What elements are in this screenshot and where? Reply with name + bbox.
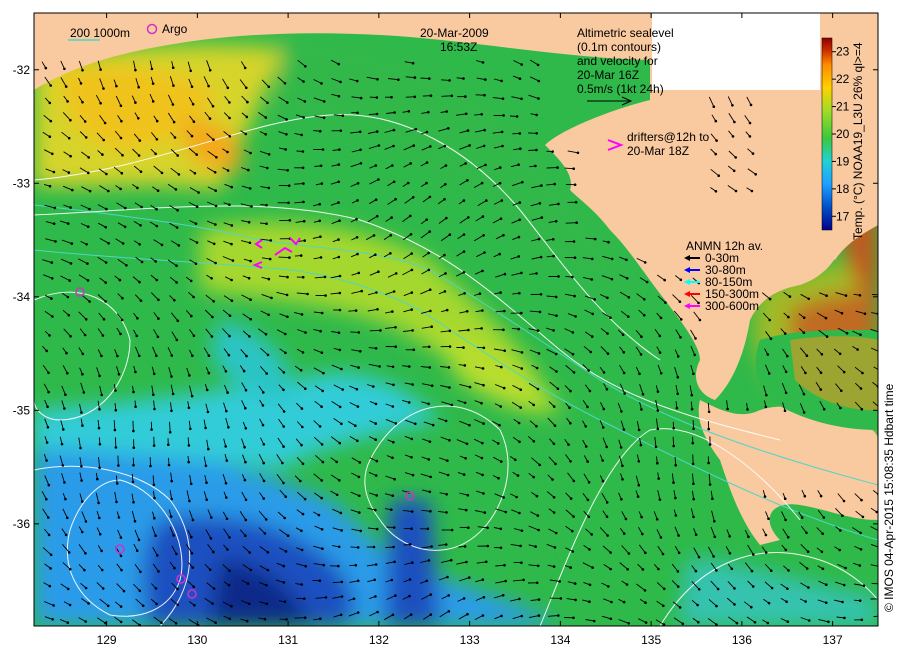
x-tick-label: 134 — [550, 633, 570, 647]
velocity-arrow — [132, 420, 134, 432]
velocity-arrow — [294, 183, 304, 185]
x-tick-label: 130 — [187, 633, 207, 647]
y-tick-label: -33 — [13, 176, 31, 190]
x-tick-label: 135 — [641, 633, 661, 647]
y-tick-label: -35 — [13, 403, 31, 417]
y-tick-label: -36 — [13, 517, 31, 531]
map-date: 20-Mar-2009 — [420, 26, 489, 40]
y-tick-label: -32 — [13, 63, 31, 77]
isobath-label: 200 1000m — [70, 26, 130, 40]
x-tick-label: 132 — [369, 633, 389, 647]
x-tick-label: 136 — [732, 633, 752, 647]
drifters-line-1: drifters@12h to — [627, 130, 710, 144]
velocity-arrow — [278, 256, 290, 259]
altimetry-line-4: 20-Mar 16Z — [577, 68, 639, 82]
map-time: 16:53Z — [440, 40, 477, 54]
x-tick-label: 129 — [97, 633, 117, 647]
velocity-arrow — [564, 167, 574, 170]
altimetry-line-1: Altimetric sealevel — [577, 26, 674, 40]
isobath-legend: 200 1000m — [68, 26, 130, 41]
drifters-line-2: 20-Mar 18Z — [627, 144, 689, 158]
colorbar-tick-label: 23 — [836, 45, 850, 59]
velocity-arrow — [871, 582, 878, 585]
colorbar-ramp — [821, 37, 833, 231]
colorbar-tick-label: 20 — [836, 127, 850, 141]
anmn-legend-label: 300-600m — [705, 299, 759, 313]
x-tick-label: 133 — [460, 633, 480, 647]
x-tick-label: 131 — [278, 633, 298, 647]
velocity-arrow — [672, 436, 675, 447]
x-tick-label: 137 — [823, 633, 843, 647]
colorbar-tick-label: 21 — [836, 100, 850, 114]
colorbar-tick-label: 18 — [836, 182, 850, 196]
velocity-arrow — [565, 222, 577, 224]
credit-text: © IMOS 04-Apr-2015 15:08:35 Hdbart time — [882, 383, 896, 612]
colorbar-label: Temp. (°C) NOAA19_L3U 26% ql>=4 — [851, 42, 865, 240]
altimetry-line-2: (0.1m contours) — [577, 40, 661, 54]
altimetry-line-3: and velocity for — [577, 54, 658, 68]
argo-legend-label: Argo — [162, 22, 188, 36]
colorbar-tick-label: 17 — [836, 209, 850, 223]
velocity-arrow — [420, 77, 430, 80]
colorbar-tick-label: 19 — [836, 154, 850, 168]
velocity-arrow — [117, 455, 119, 466]
velocity-arrow — [441, 95, 452, 97]
velocity-arrow — [114, 437, 117, 448]
y-tick-label: -34 — [13, 290, 31, 304]
velocity-arrow — [692, 419, 695, 429]
altimetry-line-5: 0.5m/s (1kt 24h) — [577, 82, 664, 96]
map-field — [34, 13, 878, 626]
sst-map: 129 130 131 132 133 134 135 136 137 -32 -33 -34 -35… — [13, 12, 896, 647]
colorbar-tick-label: 22 — [836, 72, 850, 86]
